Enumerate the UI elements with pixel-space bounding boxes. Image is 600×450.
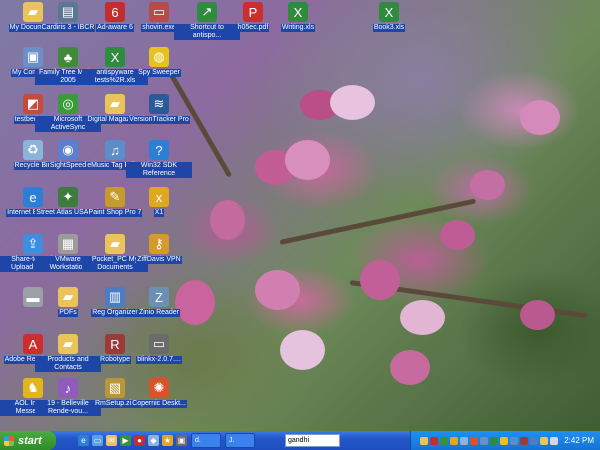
windows-logo-icon <box>4 435 14 446</box>
spy-sweeper-icon: ◍ <box>149 47 169 67</box>
wallpaper-blossom <box>330 85 375 120</box>
desktop-icon[interactable]: ⚷ ZiffDavis VPN <box>126 232 192 284</box>
desktop-icon[interactable]: ≋ VersionTracker Pro <box>126 92 192 144</box>
start-button[interactable]: start <box>0 431 56 450</box>
desktop-icon[interactable]: x X1 <box>126 185 192 237</box>
folder-icon: ▰ <box>105 234 125 254</box>
quick-launch-desktop-icon[interactable]: ▭ <box>92 435 103 446</box>
tray-app-icon[interactable] <box>530 436 539 445</box>
desktop-icon-label: blinkx-2.0.7.... <box>136 356 182 364</box>
tray-app-icon[interactable] <box>500 436 509 445</box>
exe-file-icon: ▭ <box>149 2 169 22</box>
wallpaper-blossom <box>280 330 325 370</box>
x1-icon: x <box>149 187 169 207</box>
copernic-icon: ✺ <box>149 378 169 398</box>
address-bar-input[interactable]: gandhi <box>285 434 340 447</box>
exe-file-icon: ▭ <box>149 334 169 354</box>
wallpaper-blossom <box>520 300 555 330</box>
sightspeed-icon: ◉ <box>58 140 78 160</box>
desktop-icon-label: ZiffDavis VPN <box>136 256 182 264</box>
taskbar-clock[interactable]: 2:42 PM <box>564 436 594 445</box>
wallpaper-blossom <box>255 270 300 310</box>
robotype-icon: R <box>105 334 125 354</box>
excel-file-icon: X <box>105 47 125 67</box>
wallpaper-blossom <box>520 100 560 135</box>
tray-app-icon[interactable] <box>430 436 439 445</box>
vmware-icon: ▦ <box>58 234 78 254</box>
quick-launch-media-icon[interactable]: ▶ <box>120 435 131 446</box>
volume-icon[interactable] <box>550 436 559 445</box>
desktop-icon-label: Book3.xls <box>372 24 406 32</box>
excel-file-icon: X <box>288 2 308 22</box>
desktop-icon[interactable]: X Book3.xls <box>356 0 422 52</box>
tray-app-icon[interactable] <box>520 436 529 445</box>
desktop-icon-label: PDFs <box>58 309 78 317</box>
desktop-icon[interactable]: ◍ Spy Sweeper <box>126 45 192 97</box>
tray-app-icon[interactable] <box>450 436 459 445</box>
tray-app-icon[interactable] <box>490 436 499 445</box>
wallpaper-blossom <box>210 200 245 240</box>
wallpaper-blossom <box>360 260 400 300</box>
wallpaper-blossom <box>470 170 505 200</box>
desktop-icon-label: Zinio Reader <box>137 309 181 317</box>
quick-launch-outlook-icon[interactable]: ✉ <box>106 435 117 446</box>
desktop-icon[interactable]: ✺ Copernic Deskt... <box>126 376 192 428</box>
family-tree-icon: ♣ <box>58 47 78 67</box>
quick-launch-ie-icon[interactable]: e <box>78 435 89 446</box>
quick-launch-app-icon[interactable]: ● <box>134 435 145 446</box>
adaware-icon: 6 <box>105 2 125 22</box>
vpn-icon: ⚷ <box>149 234 169 254</box>
zinio-icon: Z <box>149 287 169 307</box>
wallpaper-blossom <box>400 300 445 335</box>
pdf-file-icon: P <box>243 2 263 22</box>
emusic-icon: ♫ <box>105 140 125 160</box>
desktop-icon-label: Spy Sweeper <box>137 69 181 77</box>
paint-shop-icon: ✎ <box>105 187 125 207</box>
wallpaper-blossom <box>285 140 330 180</box>
system-tray: 2:42 PM <box>410 431 600 450</box>
help-icon: ? <box>149 140 169 160</box>
versiontracker-icon: ≋ <box>149 94 169 114</box>
shortcut-icon: ↗ <box>197 2 217 22</box>
reg-organizer-icon: ▥ <box>105 287 125 307</box>
activesync-icon: ◎ <box>58 94 78 114</box>
quick-launch-app-icon[interactable]: ◆ <box>148 435 159 446</box>
taskbar-task-button[interactable]: d. <box>191 433 221 448</box>
tray-app-icon[interactable] <box>420 436 429 445</box>
start-label: start <box>18 434 42 447</box>
tray-app-icon[interactable] <box>440 436 449 445</box>
folder-icon: ▰ <box>58 334 78 354</box>
folder-icon: ▰ <box>58 287 78 307</box>
quick-launch-app-icon[interactable]: ▣ <box>176 435 187 446</box>
desktop-icon[interactable]: X Writing.xls <box>265 0 331 52</box>
desktop-icon-label: X1 <box>153 209 165 217</box>
excel-file-icon: X <box>379 2 399 22</box>
tray-app-icon[interactable] <box>480 436 489 445</box>
desktop-icon-label: VersionTracker Pro <box>128 116 190 124</box>
quick-launch-app-icon[interactable]: ★ <box>162 435 173 446</box>
taskbar: start e ▭ ✉ ▶ ● ◆ ★ ▣ d. J. gandhi 2:42 … <box>0 431 600 450</box>
audio-file-icon: ♪ <box>58 378 78 398</box>
folder-icon: ▰ <box>105 94 125 114</box>
zip-file-icon: ▧ <box>105 378 125 398</box>
taskbar-task-button[interactable]: J. <box>225 433 255 448</box>
tray-app-icon[interactable] <box>460 436 469 445</box>
desktop-icon[interactable]: ? Win32 SDK Reference <box>126 138 192 190</box>
desktop-icon-label: Win32 SDK Reference <box>126 162 192 178</box>
wallpaper-blossom <box>390 350 430 385</box>
tray-app-icon[interactable] <box>540 436 549 445</box>
desktop-icon-label: Writing.xls <box>280 24 316 32</box>
desktop-icon-label: Copernic Deskt... <box>131 400 187 408</box>
tray-app-icon[interactable] <box>510 436 519 445</box>
desktop-icon[interactable]: Z Zinio Reader <box>126 285 192 337</box>
tray-app-icon[interactable] <box>470 436 479 445</box>
wallpaper-blossom <box>440 220 475 250</box>
desktop-icon-label: shovin.exe <box>141 24 177 32</box>
map-icon: ✦ <box>58 187 78 207</box>
scanner-icon: ▤ <box>58 2 78 22</box>
